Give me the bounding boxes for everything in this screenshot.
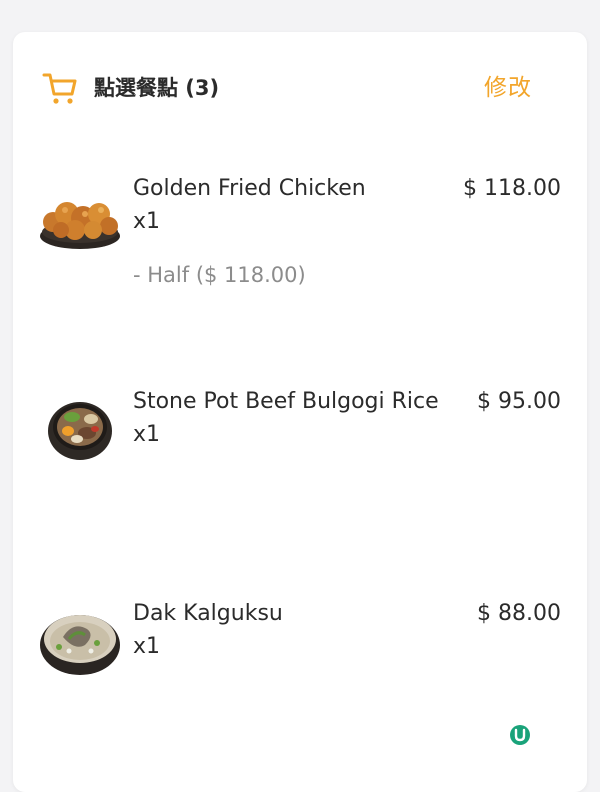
item-quantity: x1 <box>133 422 161 447</box>
item-price: $ 118.00 <box>463 176 561 201</box>
cart-icon <box>42 70 78 106</box>
item-name: Stone Pot Beef Bulgogi Rice <box>133 389 439 414</box>
item-name: Dak Kalguksu <box>133 601 283 626</box>
fried-chicken-image <box>39 172 121 254</box>
item-quantity: x1 <box>133 634 161 659</box>
item-name: Golden Fried Chicken <box>133 176 366 201</box>
item-quantity: x1 <box>133 209 161 234</box>
order-summary-title: 點選餐點 (3) <box>94 76 220 100</box>
item-price: $ 88.00 <box>477 601 561 626</box>
item-price: $ 95.00 <box>477 389 561 414</box>
order-summary-card: 點選餐點 (3) 修改 Golden Fried Chicken $ 118.0… <box>13 32 587 792</box>
item-option: - Half ($ 118.00) <box>133 263 306 287</box>
bulgogi-rice-bowl-image <box>39 387 121 469</box>
cart-item: Stone Pot Beef Bulgogi Rice $ 95.00 x1 <box>13 375 587 525</box>
floating-logo-icon[interactable] <box>509 724 531 746</box>
cart-item: Golden Fried Chicken $ 118.00 x1 - Half … <box>13 162 587 312</box>
order-summary-header: 點選餐點 (3) 修改 <box>13 32 587 148</box>
noodle-soup-bowl-image <box>39 599 121 681</box>
edit-order-button[interactable]: 修改 <box>484 72 532 104</box>
cart-item: Dak Kalguksu $ 88.00 x1 <box>13 587 587 737</box>
